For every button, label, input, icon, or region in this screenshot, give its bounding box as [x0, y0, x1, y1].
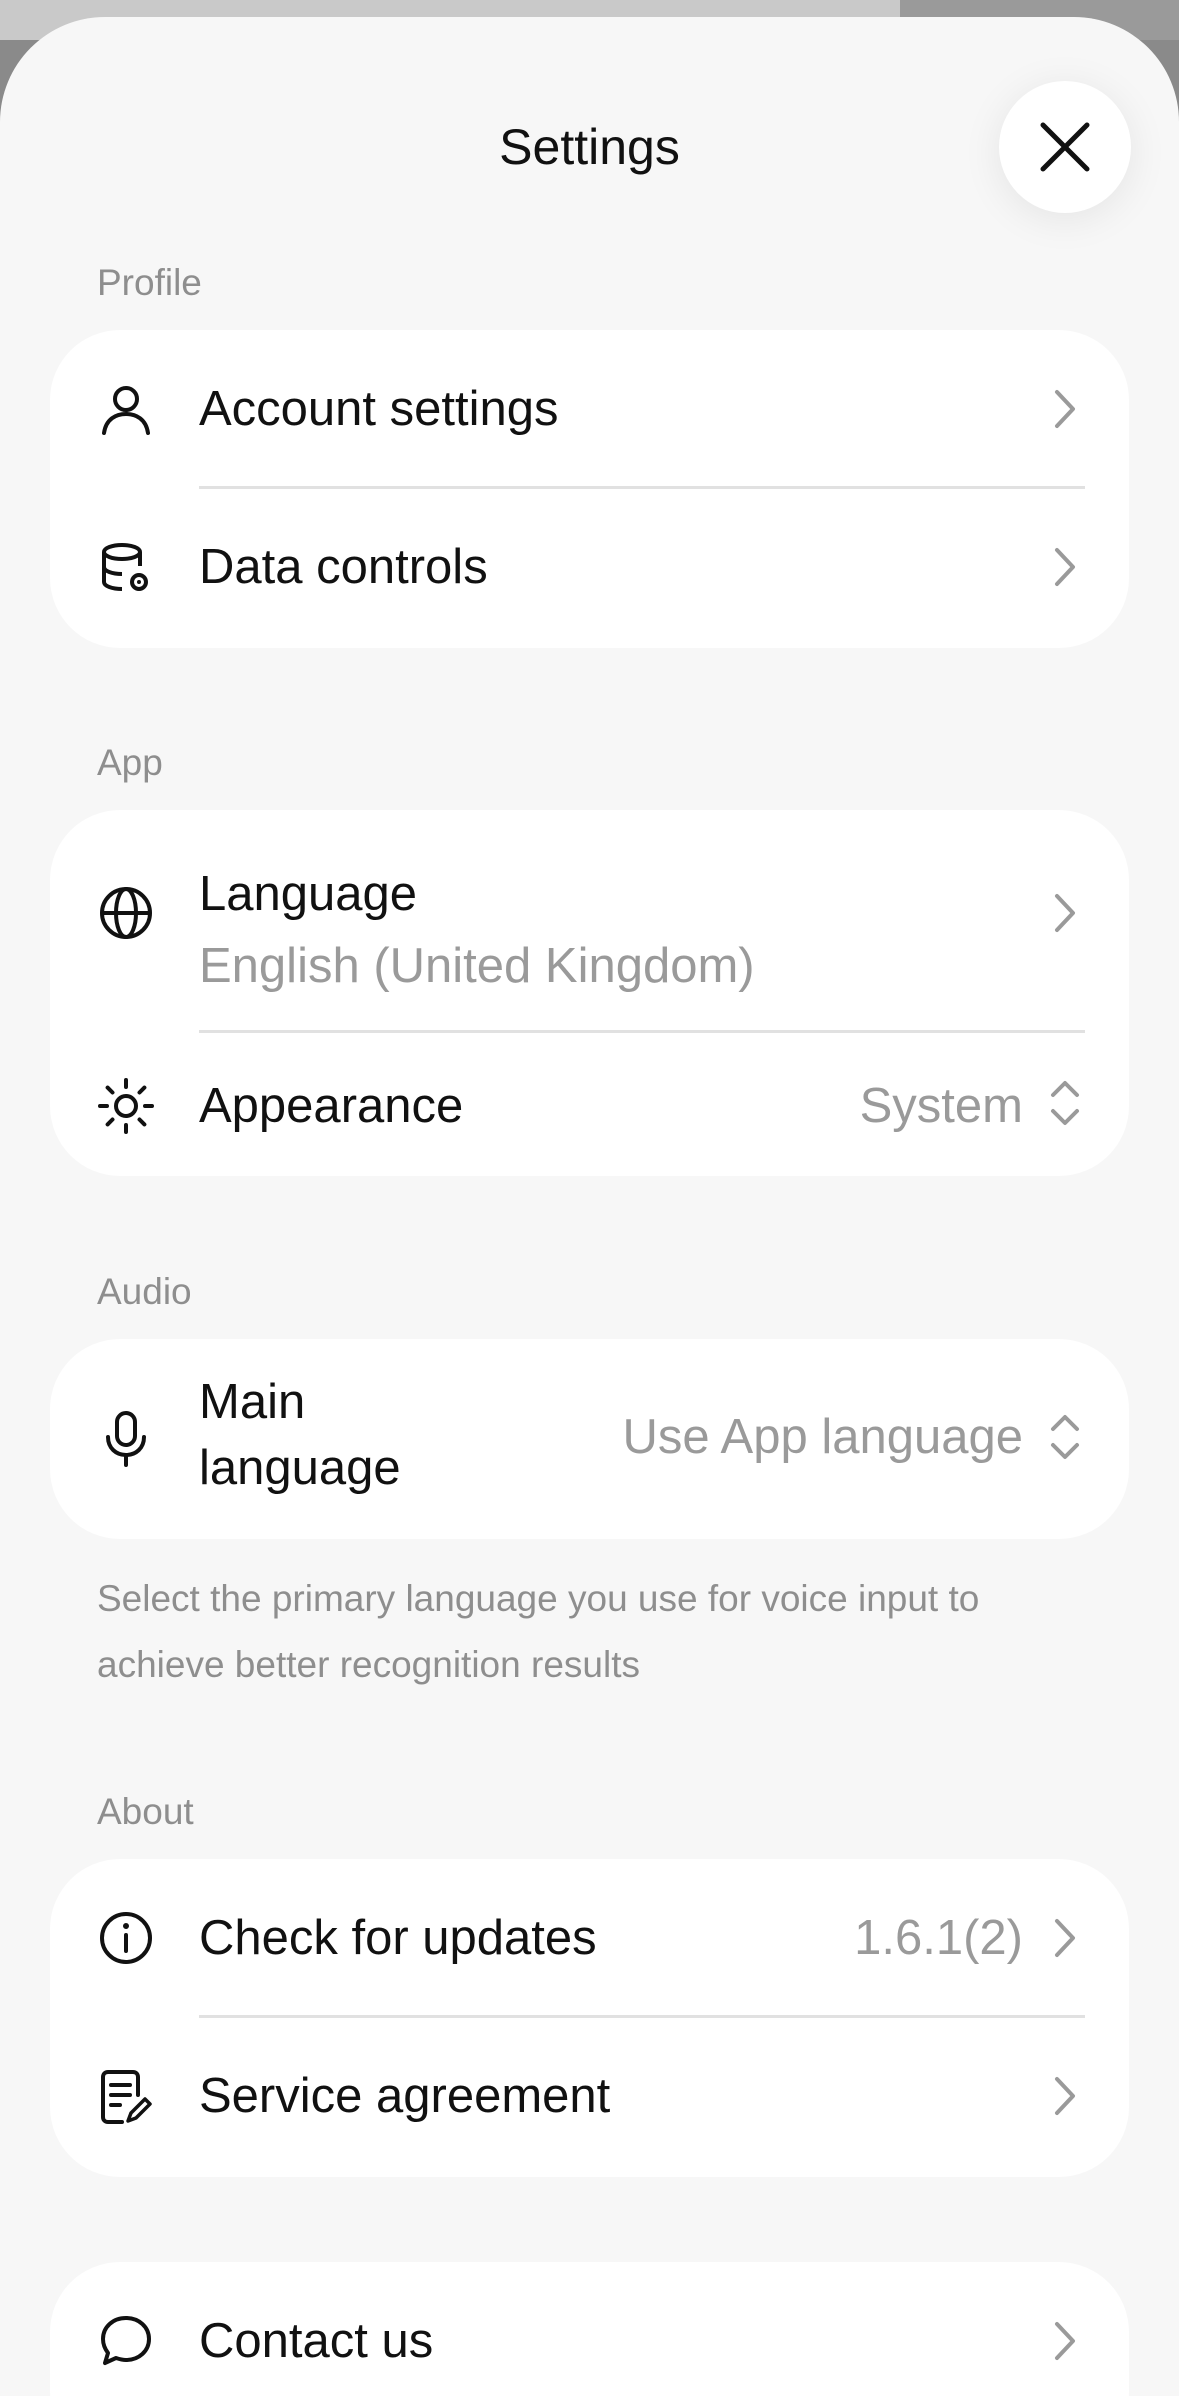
app-version: 1.6.1(2)	[854, 1911, 1023, 1965]
chevron-up-down-icon	[1051, 1415, 1079, 1459]
chevron-right-icon	[1055, 2322, 1075, 2360]
account-settings-row[interactable]: Account settings	[50, 330, 1129, 488]
chevron-right-icon	[1055, 548, 1075, 586]
main-language-row[interactable]: Main language Use App language	[50, 1339, 1129, 1539]
contact-us-label: Contact us	[199, 2314, 434, 2368]
main-language-value: Use App language	[622, 1410, 1024, 1464]
appearance-label: Appearance	[199, 1079, 464, 1133]
appearance-row[interactable]: Appearance System	[50, 1033, 1129, 1176]
chevron-right-icon	[1055, 1919, 1075, 1957]
chevron-up-down-icon	[1051, 1081, 1079, 1125]
database-gear-icon	[102, 543, 148, 591]
data-controls-label: Data controls	[199, 540, 488, 594]
check-updates-label: Check for updates	[199, 1911, 597, 1965]
section-label-about: About	[97, 1791, 194, 1832]
check-updates-row[interactable]: Check for updates 1.6.1(2)	[50, 1859, 1129, 2017]
contact-us-row[interactable]: Contact us	[50, 2262, 1129, 2396]
chat-bubble-icon	[101, 2316, 151, 2365]
close-icon	[1040, 122, 1090, 172]
service-agreement-row[interactable]: Service agreement	[50, 2018, 1129, 2177]
main-language-label-line1: Main	[199, 1375, 306, 1429]
settings-sheet: Settings Profile Account settings Data c…	[0, 17, 1179, 2396]
app-card: Language English (United Kingdom) Appear…	[50, 810, 1129, 1176]
account-settings-label: Account settings	[199, 382, 559, 436]
section-label-profile: Profile	[97, 262, 202, 303]
service-agreement-label: Service agreement	[199, 2069, 611, 2123]
audio-help-text: Select the primary language you use for …	[97, 1578, 980, 1685]
profile-card: Account settings Data controls	[50, 330, 1129, 648]
language-label: Language	[199, 867, 418, 921]
data-controls-row[interactable]: Data controls	[50, 489, 1129, 648]
microphone-icon	[106, 1411, 146, 1467]
document-edit-icon	[101, 2070, 152, 2124]
chevron-right-icon	[1055, 390, 1075, 428]
audio-card: Main language Use App language	[50, 1339, 1129, 1539]
sun-icon	[98, 1078, 154, 1134]
section-label-audio: Audio	[97, 1271, 192, 1312]
close-button[interactable]	[999, 81, 1131, 213]
chevron-right-icon	[1055, 894, 1075, 932]
about-card: Check for updates 1.6.1(2) Service agree…	[50, 1859, 1129, 2177]
appearance-value: System	[859, 1079, 1023, 1133]
globe-icon	[100, 887, 152, 939]
chevron-right-icon	[1055, 2077, 1075, 2115]
section-label-app: App	[97, 742, 163, 783]
language-value: English (United Kingdom)	[199, 939, 755, 993]
contact-card: Contact us	[50, 2262, 1129, 2396]
language-row[interactable]: Language English (United Kingdom)	[50, 810, 1129, 1016]
person-icon	[102, 386, 150, 435]
main-language-label-line2: language	[199, 1441, 401, 1495]
info-icon	[100, 1912, 152, 1964]
